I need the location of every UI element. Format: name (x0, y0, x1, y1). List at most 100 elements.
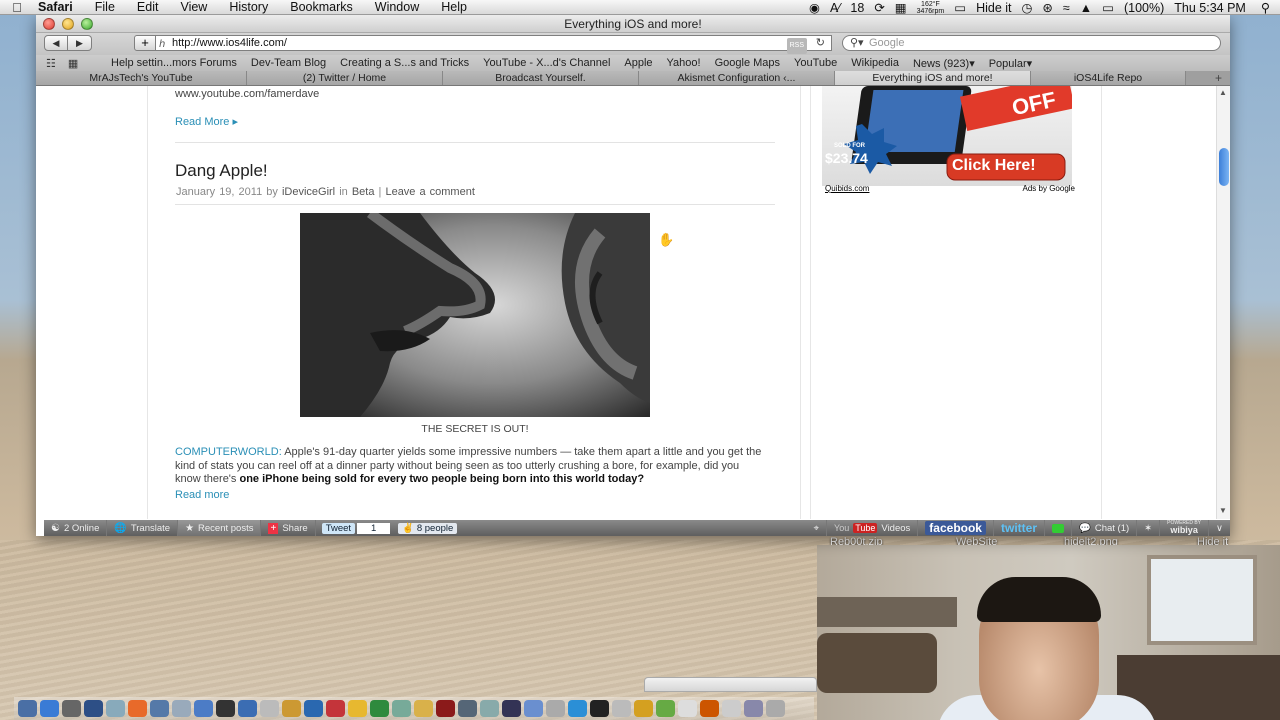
source-link[interactable]: COMPUTERWORLD: (175, 446, 282, 458)
bookmark-item[interactable]: News (923)▾ (906, 57, 982, 70)
read-more-link[interactable]: Read More ▸ (175, 115, 238, 128)
bookmark-item[interactable]: Google Maps (708, 57, 787, 69)
app-icon[interactable] (150, 700, 169, 717)
tab-mrajstech[interactable]: MrAJsTech's YouTube (36, 71, 247, 85)
scroll-down-icon[interactable]: ▼ (1219, 506, 1227, 515)
menu-app-safari[interactable]: Safari (34, 0, 84, 14)
youtube-videos-button[interactable]: You Tube Videos (827, 520, 919, 536)
hide-it-icon[interactable]: ▭ (949, 0, 971, 15)
bookmark-item[interactable]: Help settin...mors Forums (104, 57, 244, 69)
translate-button[interactable]: 🌐 Translate (107, 520, 179, 536)
scrollbar-thumb[interactable] (1219, 148, 1229, 186)
bookmark-item[interactable]: Apple (617, 57, 659, 69)
bookmark-item[interactable]: Creating a S...s and Tricks (333, 57, 476, 69)
rss-button[interactable]: RSS (786, 38, 807, 54)
time-machine-icon[interactable]: ◷ (1017, 0, 1038, 15)
app-icon[interactable] (194, 700, 213, 717)
tab-broadcast[interactable]: Broadcast Yourself. (443, 71, 639, 85)
top-sites-icon[interactable]: ▦ (68, 57, 78, 70)
bookmark-item[interactable]: YouTube (787, 57, 844, 69)
reading-list-icon[interactable]: ☷ (46, 57, 56, 70)
tab-akismet[interactable]: Akismet Configuration ‹... (639, 71, 835, 85)
rss-feed-button[interactable]: ⌖ (807, 520, 828, 536)
previous-post-url[interactable]: www.youtube.com/famerdave (175, 88, 319, 100)
app-icon[interactable] (612, 700, 631, 717)
app-icon[interactable] (502, 700, 521, 717)
finder-icon[interactable] (18, 700, 37, 717)
minimized-panel[interactable] (644, 677, 817, 692)
read-more-cut-link[interactable]: Read more (175, 489, 765, 503)
new-tab-icon[interactable]: + (1215, 71, 1222, 85)
app-icon[interactable] (700, 700, 719, 717)
leave-comment-link[interactable]: Leave a comment (385, 186, 474, 198)
trash-icon[interactable] (766, 700, 785, 717)
dreamweaver-icon[interactable] (656, 700, 675, 717)
menu-help[interactable]: Help (430, 0, 478, 14)
share-button[interactable]: + Share (261, 520, 316, 536)
app-icon[interactable] (458, 700, 477, 717)
post-author-link[interactable]: iDeviceGirl (282, 186, 335, 198)
font-icon[interactable]: A⁄ (825, 1, 845, 15)
forward-button[interactable]: ▶ (68, 35, 92, 51)
app-icon[interactable] (414, 700, 433, 717)
app-icon[interactable] (524, 700, 543, 717)
excel-icon[interactable] (370, 700, 389, 717)
app-icon[interactable] (260, 700, 279, 717)
sync-icon[interactable]: ⟳ (869, 0, 889, 15)
bookmark-item[interactable]: Popular▾ (982, 57, 1039, 70)
apple-menu-icon[interactable]:  (0, 0, 34, 15)
twitter-button[interactable]: twitter (994, 520, 1045, 536)
menu-edit[interactable]: Edit (126, 0, 170, 14)
search-field[interactable]: ⚲▾ Google (842, 35, 1221, 51)
tab-ios4life-repo[interactable]: iOS4Life Repo (1031, 71, 1186, 85)
powerpoint-icon[interactable] (326, 700, 345, 717)
tweet-button[interactable]: Tweet (321, 522, 356, 534)
app-icon[interactable] (436, 700, 455, 717)
title-bar[interactable]: Everything iOS and more! (36, 15, 1230, 33)
app-icon[interactable] (678, 700, 697, 717)
app-icon[interactable] (568, 700, 587, 717)
ad-advertiser-link[interactable]: Quibids.com (825, 184, 869, 193)
menu-view[interactable]: View (169, 0, 218, 14)
add-bookmark-button[interactable]: + (134, 35, 156, 51)
menu-file[interactable]: File (84, 0, 126, 14)
post-image[interactable] (300, 213, 650, 417)
app-icon[interactable] (392, 700, 411, 717)
temp-monitor[interactable]: 162°F 3476rpm (912, 1, 950, 15)
recent-posts-button[interactable]: ★ Recent posts (178, 520, 262, 536)
reload-icon[interactable]: ↻ (816, 36, 825, 50)
spotlight-icon[interactable]: ⚲ (1251, 0, 1280, 15)
terminal-icon[interactable] (590, 700, 609, 717)
system-prefs-icon[interactable] (62, 700, 81, 717)
scroll-up-icon[interactable]: ▲ (1219, 88, 1227, 97)
broadcast-button[interactable]: ✶ (1137, 520, 1161, 536)
wibiya-brand[interactable]: POWERED BY wibiya (1160, 520, 1210, 536)
app-icon[interactable] (546, 700, 565, 717)
itunes-icon[interactable] (238, 700, 257, 717)
back-button[interactable]: ◀ (44, 35, 68, 51)
post-title[interactable]: Dang Apple! (175, 161, 268, 181)
facebook-like-button[interactable]: ✌ 8 people (398, 522, 458, 534)
app-icon[interactable] (744, 700, 763, 717)
menu-history[interactable]: History (218, 0, 279, 14)
app-icon[interactable] (348, 700, 367, 717)
wifi-icon[interactable]: ≈ (1058, 1, 1075, 15)
ad-click-here-button[interactable]: Click Here! (952, 157, 1036, 175)
app-icon[interactable] (480, 700, 499, 717)
volume-icon[interactable]: ▲ (1075, 1, 1097, 15)
app-icon[interactable] (282, 700, 301, 717)
ads-by-google-link[interactable]: Ads by Google (1023, 184, 1075, 193)
bookmark-item[interactable]: Yahoo! (660, 57, 708, 69)
bookmark-item[interactable]: Wikipedia (844, 57, 906, 69)
safari-icon[interactable] (40, 700, 59, 717)
status-18[interactable]: 18 (845, 1, 869, 15)
quibids-ad[interactable]: OFF SOLD FOR $23.74 Click Here! (822, 86, 1072, 186)
vertical-scrollbar[interactable]: ▲ ▼ (1216, 86, 1230, 519)
chat-button[interactable]: 💬 Chat (1) (1072, 520, 1138, 536)
hide-it-label[interactable]: Hide it (971, 1, 1016, 15)
tab-everything-ios[interactable]: Everything iOS and more! (835, 71, 1031, 85)
facebook-button[interactable]: facebook (918, 520, 994, 536)
firefox-icon[interactable] (128, 700, 147, 717)
bluetooth-menu-icon[interactable]: ⊛ (1037, 0, 1057, 15)
app-icon[interactable] (84, 700, 103, 717)
